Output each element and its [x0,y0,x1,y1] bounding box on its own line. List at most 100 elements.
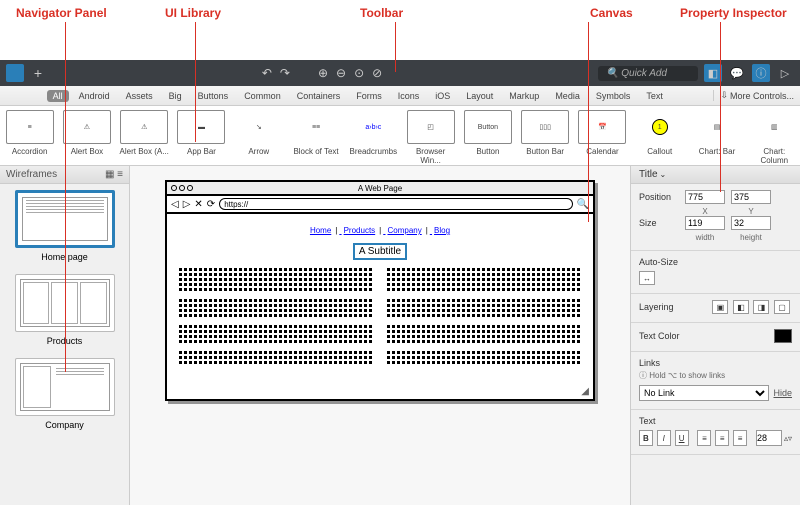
annotation-toolbar: Toolbar [360,6,403,20]
lib-tab-ios[interactable]: iOS [429,90,456,102]
text-block-right [387,268,581,372]
lib-item-browser-window[interactable]: ◰Browser Win... [405,110,456,165]
bring-front-icon[interactable]: ▣ [712,300,728,314]
lib-tab-big[interactable]: Big [163,90,188,102]
bold-button[interactable]: B [639,430,653,446]
lib-item-chart-column[interactable]: ▥Chart: Column [749,110,800,165]
undo-icon[interactable]: ↶ [262,66,272,80]
zoom-fit-icon[interactable]: ⊕ [318,66,328,80]
inspector-title[interactable]: Title⌄ [631,166,800,184]
lib-tab-assets[interactable]: Assets [120,90,159,102]
subtitle-widget-selected[interactable]: A Subtitle [353,243,407,260]
size-height-input[interactable] [731,216,771,230]
text-color-swatch[interactable] [774,329,792,343]
info-icon[interactable]: ⓘ [752,64,770,82]
markup-toggle-icon[interactable]: ⊘ [372,66,382,80]
back-icon: ◁ [171,199,179,210]
resize-grip-icon[interactable]: ◢ [167,384,593,399]
lib-item-arrow[interactable]: ↘Arrow [233,110,284,165]
view-toggle-icon[interactable]: ▦ ≡ [105,169,123,180]
lib-tab-layout[interactable]: Layout [460,90,499,102]
text-block-left [179,268,373,372]
nav-item-home-page[interactable]: Home page [0,184,129,268]
more-controls-button[interactable]: ⇩ More Controls... [713,90,794,101]
position-x-input[interactable] [685,190,725,204]
lib-item-breadcrumbs[interactable]: a›b›cBreadcrumbs [348,110,399,165]
position-y-input[interactable] [731,190,771,204]
annotation-navigator: Navigator Panel [16,6,107,20]
reload-icon: ⟳ [207,199,215,210]
text-section-label: Text [639,416,792,426]
zoom-actual-icon[interactable]: ⊖ [336,66,346,80]
lib-tab-android[interactable]: Android [73,90,116,102]
play-icon[interactable]: ▷ [776,64,794,82]
lib-item-chart-bar[interactable]: ▤Chart: Bar [691,110,742,165]
lib-item-button[interactable]: ButtonButton [462,110,513,165]
lib-tab-common[interactable]: Common [238,90,287,102]
lib-tab-text[interactable]: Text [640,90,669,102]
browser-window-widget[interactable]: A Web Page ◁ ▷ ✕ ⟳ https:// 🔍 Home| Prod… [165,180,595,401]
main-toolbar: + ↶ ↷ ⊕ ⊖ ⊙ ⊘ 🔍 Quick Add ◧ 💬 ⓘ ▷ [0,60,800,86]
lib-tab-forms[interactable]: Forms [350,90,388,102]
lib-tab-containers[interactable]: Containers [291,90,347,102]
lib-tab-symbols[interactable]: Symbols [590,90,637,102]
lib-item-alert-box[interactable]: ⚠Alert Box [61,110,112,165]
close-icon: ✕ [194,199,202,210]
home-button[interactable] [6,64,24,82]
links-hint: Hold ⌥ to show links [649,371,725,380]
comments-icon[interactable]: 💬 [728,64,746,82]
browser-titlebar: A Web Page [167,182,593,196]
page-nav-links: Home| Products| Company| Blog [179,226,581,235]
font-size-stepper-icon[interactable]: ▵▿ [784,434,792,443]
send-backward-icon[interactable]: ◨ [753,300,769,314]
quick-add-input[interactable]: 🔍 Quick Add [598,66,698,81]
annotation-inspector: Property Inspector [680,6,787,20]
lib-tab-media[interactable]: Media [549,90,586,102]
layering-label: Layering [639,302,674,312]
lib-item-button-bar[interactable]: ▯▯▯Button Bar [520,110,571,165]
panel-toggle-icon[interactable]: ◧ [704,64,722,82]
lib-item-calendar[interactable]: 📅Calendar [577,110,628,165]
nav-item-company[interactable]: Company [0,352,129,436]
chevron-down-icon: ⌄ [660,170,667,179]
bring-forward-icon[interactable]: ◧ [733,300,749,314]
property-inspector-panel: Title⌄ Position XY Size widthheight Auto… [630,166,800,505]
url-field: https:// [219,198,572,210]
italic-button[interactable]: I [657,430,671,446]
library-category-bar: All Android Assets Big Buttons Common Co… [0,86,800,106]
align-center-button[interactable]: ≡ [715,430,729,446]
navigator-panel: Wireframes ▦ ≡ Home page Products Compan… [0,166,130,505]
lib-item-app-bar[interactable]: ▬App Bar [176,110,227,165]
font-size-input[interactable] [756,430,782,446]
lib-item-accordion[interactable]: ≡Accordion [4,110,55,165]
lib-tab-icons[interactable]: Icons [392,90,426,102]
underline-button[interactable]: U [675,430,689,446]
lib-item-alert-box-a[interactable]: ⚠Alert Box (A... [119,110,170,165]
size-label: Size [639,218,679,228]
send-back-icon[interactable]: ▢ [774,300,790,314]
link-select[interactable]: No Link [639,385,769,401]
annotation-library: UI Library [165,6,221,20]
align-left-button[interactable]: ≡ [697,430,711,446]
zoom-icon[interactable]: ⊙ [354,66,364,80]
browser-url-bar: ◁ ▷ ✕ ⟳ https:// 🔍 [167,196,593,214]
lib-tab-markup[interactable]: Markup [503,90,545,102]
canvas-area[interactable]: A Web Page ◁ ▷ ✕ ⟳ https:// 🔍 Home| Prod… [130,166,630,505]
lib-item-callout[interactable]: 1Callout [634,110,685,165]
autosize-button[interactable]: ↔ [639,271,655,285]
links-label: Links [639,358,792,368]
hide-link-button[interactable]: Hide [773,388,792,398]
position-label: Position [639,192,679,202]
annotation-canvas: Canvas [590,6,633,20]
add-button[interactable]: + [30,65,46,81]
align-right-button[interactable]: ≡ [733,430,747,446]
size-width-input[interactable] [685,216,725,230]
nav-item-products[interactable]: Products [0,268,129,352]
autosize-label: Auto-Size [639,257,792,267]
lib-tab-all[interactable]: All [47,90,69,102]
lib-tab-buttons[interactable]: Buttons [192,90,235,102]
lib-item-block-of-text[interactable]: ≡≡Block of Text [290,110,341,165]
forward-icon: ▷ [183,199,191,210]
textcolor-label: Text Color [639,331,680,341]
redo-icon[interactable]: ↷ [280,66,290,80]
